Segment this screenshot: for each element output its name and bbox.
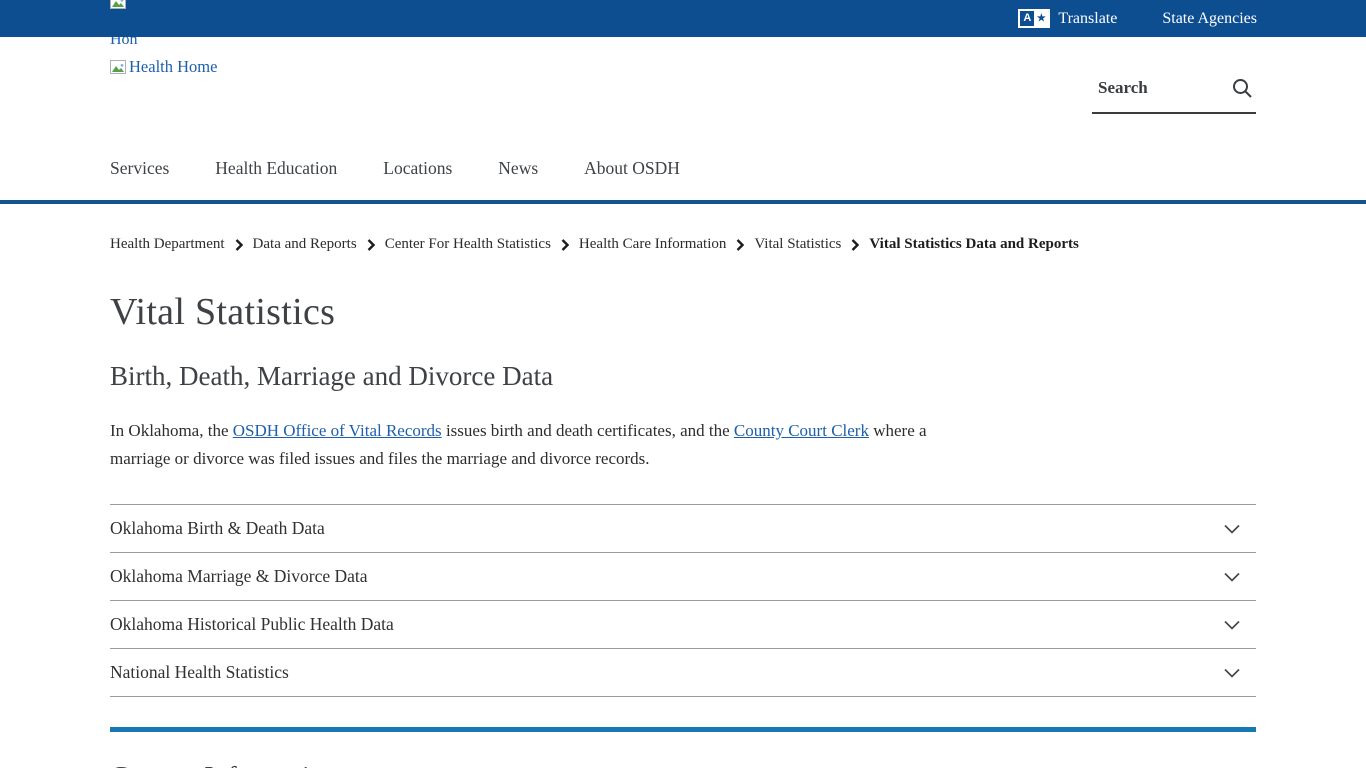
accordion-historical-public-health-data[interactable]: Oklahoma Historical Public Health Data: [110, 600, 1256, 648]
broken-image-icon: [110, 0, 126, 9]
search-icon[interactable]: [1230, 76, 1254, 100]
header-divider: [0, 200, 1366, 204]
top-utility-bar: A★ Translate State Agencies: [0, 0, 1366, 37]
contact-information-heading: Contact Information: [110, 762, 1256, 768]
breadcrumb-item-health-care-information[interactable]: Health Care Information: [579, 236, 726, 253]
main-content: Health Department Data and Reports Cente…: [110, 236, 1256, 768]
accordion-marriage-divorce-data[interactable]: Oklahoma Marriage & Divorce Data: [110, 552, 1256, 600]
state-agencies-link[interactable]: State Agencies: [1162, 10, 1257, 28]
accordion-birth-death-data[interactable]: Oklahoma Birth & Death Data: [110, 504, 1256, 552]
vital-records-link[interactable]: OSDH Office of Vital Records: [233, 421, 442, 440]
page-subtitle: Birth, Death, Marriage and Divorce Data: [110, 361, 1256, 392]
chevron-right-icon: [851, 239, 859, 251]
translate-icon: A★: [1018, 9, 1050, 28]
translate-link[interactable]: A★ Translate: [1018, 9, 1117, 28]
county-court-clerk-link[interactable]: County Court Clerk: [734, 421, 869, 440]
broken-image-icon: [110, 60, 126, 74]
translate-label: Translate: [1058, 10, 1117, 28]
primary-nav: Services Health Education Locations News…: [110, 158, 680, 179]
nav-item-health-education[interactable]: Health Education: [215, 158, 337, 179]
chevron-down-icon: [1224, 668, 1240, 678]
section-divider: [110, 727, 1256, 732]
search-placeholder: Search: [1098, 78, 1148, 98]
chevron-right-icon: [367, 239, 375, 251]
search-input[interactable]: Search: [1092, 72, 1256, 114]
breadcrumb-item-vital-statistics[interactable]: Vital Statistics: [754, 236, 841, 253]
breadcrumb-item-data-and-reports[interactable]: Data and Reports: [253, 236, 357, 253]
accordion-list: Oklahoma Birth & Death Data Oklahoma Mar…: [110, 504, 1256, 697]
chevron-down-icon: [1224, 572, 1240, 582]
nav-item-about-osdh[interactable]: About OSDH: [584, 158, 680, 179]
chevron-down-icon: [1224, 620, 1240, 630]
nav-item-news[interactable]: News: [498, 158, 538, 179]
nav-item-services[interactable]: Services: [110, 158, 169, 179]
breadcrumb-item-health-department[interactable]: Health Department: [110, 236, 225, 253]
chevron-right-icon: [561, 239, 569, 251]
breadcrumb-current-page: Vital Statistics Data and Reports: [869, 236, 1078, 253]
health-home-label: Health Home: [129, 57, 217, 77]
health-home-logo-link[interactable]: Health Home: [110, 57, 217, 77]
intro-paragraph: In Oklahoma, the OSDH Office of Vital Re…: [110, 417, 932, 472]
breadcrumb-item-center-for-health-statistics[interactable]: Center For Health Statistics: [385, 236, 551, 253]
chevron-right-icon: [736, 239, 744, 251]
accordion-national-health-statistics[interactable]: National Health Statistics: [110, 648, 1256, 696]
chevron-right-icon: [235, 239, 243, 251]
chevron-down-icon: [1224, 524, 1240, 534]
breadcrumb: Health Department Data and Reports Cente…: [110, 236, 1256, 253]
page-title: Vital Statistics: [110, 290, 1256, 334]
nav-item-locations[interactable]: Locations: [383, 158, 452, 179]
